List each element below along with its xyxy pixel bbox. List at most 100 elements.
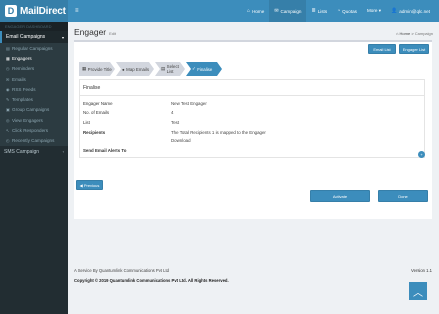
topnav-item-quotas[interactable]: ◔ Quotas (332, 0, 362, 22)
wizard-step-provide-title[interactable]: ▦ Provide Title (79, 62, 115, 76)
wizard-step-select-list[interactable]: ▤ Select List (155, 62, 185, 76)
wizard-steps: ▦ Provide Title ● Map Emails ▤ Select List ✓ Fi… (79, 62, 223, 76)
sidebar-sms-label: SMS Campaign (4, 148, 40, 155)
step-label: Map Emails (126, 66, 150, 72)
topnav-item-admin-qlc-net[interactable]: 👤 admin@qlc.net (386, 0, 435, 22)
sidebar-item-click-responders[interactable]: ↖ Click Responders (0, 125, 68, 136)
breadcrumb-home[interactable]: Home (400, 31, 411, 36)
footer: A Service By Quantumlink Communications … (74, 268, 432, 283)
recipients-value: The Total Recipients 1 is mapped to the … (171, 130, 266, 135)
list-label: List (83, 120, 90, 125)
sidebar-item-label: Click Responders (12, 128, 48, 134)
topnav-item-lists[interactable]: ≣ Lists (306, 0, 332, 22)
sidebar-item-label: Recently Campaigns (12, 138, 55, 144)
list-value: Test (171, 120, 180, 125)
finalise-panel: Finalise Engager Name New Test Engager N… (79, 79, 425, 158)
engager-name-label: Engager Name (83, 101, 113, 106)
sidebar-item-label: Templates (12, 97, 33, 103)
sidebar-item-regular-campaigns[interactable]: ▤ Regular Campaigns (0, 43, 68, 54)
sidebar-item-view-engagers[interactable]: ◎ View Engagers (0, 115, 68, 126)
previous-label: Previous (83, 182, 100, 188)
plus-icon: + (420, 152, 423, 157)
previous-button[interactable]: ◀ Previous (76, 180, 103, 190)
step-icon: ▤ (161, 66, 166, 71)
done-button[interactable]: Done (378, 190, 428, 202)
scroll-to-top-button[interactable]: ︿ (409, 282, 427, 300)
user-icon: 👤 (391, 8, 398, 14)
lists-icon: ≣ (311, 8, 316, 14)
brand-logo[interactable]: D MailDirect (0, 0, 68, 22)
sidebar-item-group-campaigns[interactable]: ▣ Group Campaigns (0, 104, 68, 116)
sidebar-email-label: Email Campaigns (6, 34, 46, 40)
sidebar-item-label: View Engagers (12, 117, 43, 123)
sidebar-item-emails[interactable]: ✉ Emails (0, 73, 68, 85)
step-label: Finalise (197, 66, 213, 72)
emails-value: 4 (171, 110, 174, 115)
content-header: Engager Edit (74, 27, 116, 37)
home-icon: ⌂ (247, 8, 251, 14)
quotas-icon: ◔ (337, 8, 341, 14)
sidebar: ENGAGER DASHBOARD Email Campaigns ▾ ▤ Reg… (0, 22, 68, 314)
sidebar-item-label: Reminders (12, 66, 35, 72)
sidebar-item-label: Regular Campaigns (12, 45, 53, 51)
chevron-up-icon: ︿ (413, 287, 423, 299)
footer-copyright: Copyright © 2019 Quantumlink Communicati… (74, 278, 229, 283)
arrow-left-icon: ◀ (79, 182, 83, 188)
main-box: Email List Engager List ▦ Provide Title ● M… (74, 40, 432, 219)
chevron-down-icon: ▾ (61, 34, 64, 40)
sidebar-item-rss-feeds[interactable]: ◉ RSS Feeds (0, 84, 68, 95)
engager-list-button[interactable]: Engager List (399, 44, 429, 54)
footer-version: Version 1.1 (411, 268, 432, 273)
topnav-label: Home (252, 8, 265, 14)
step-label: Provide Title (87, 66, 112, 72)
sidebar-item-templates[interactable]: ✎ Templates (0, 94, 68, 105)
app-name: MailDirect (20, 5, 66, 17)
sidebar-item-label: Emails (12, 76, 26, 82)
sidebar-menu-sms-campaign[interactable]: SMS Campaign ‹ (0, 146, 68, 158)
page-title: Engager (74, 27, 107, 37)
topnav-label: admin@qlc.net (399, 8, 430, 14)
top-navbar: D MailDirect ≡ ⌂ Home ✉ Campaign ≣ Lists ◔ Quot… (0, 0, 439, 22)
alerts-label: Send Email Alerts To (83, 148, 127, 153)
topnav-item-more[interactable]: More ▾ (362, 0, 386, 22)
top-nav-menu: ⌂ Home ✉ Campaign ≣ Lists ◔ Quotas More ▾ 👤 admin@… (242, 0, 435, 22)
step-icon: ✓ (192, 66, 196, 71)
breadcrumb-current: Campaign (414, 31, 433, 36)
panel-title: Finalise (80, 80, 424, 96)
step-icon: ▦ (82, 66, 87, 71)
topnav-label: More ▾ (366, 8, 382, 13)
engager-name-value: New Test Engager (171, 101, 207, 106)
topnav-item-campaign[interactable]: ✉ Campaign (269, 0, 307, 22)
chevron-left-icon: ‹ (62, 149, 64, 155)
breadcrumb: ⌂ Home > Campaign (396, 31, 433, 36)
list-buttons: Email List Engager List (368, 44, 429, 54)
footer-service: A Service By Quantumlink Communications … (74, 268, 169, 273)
step-label: Select List (166, 64, 179, 74)
activate-button[interactable]: Activate (310, 190, 370, 202)
recipients-label: Recipients (83, 130, 106, 135)
menu-toggle-icon[interactable]: ≡ (75, 8, 79, 14)
step-icon: ● (122, 66, 125, 72)
sidebar-item-label: Engagers (12, 55, 32, 61)
email-list-button[interactable]: Email List (368, 44, 396, 54)
sidebar-item-label: RSS Feeds (12, 86, 36, 92)
sidebar-header: ENGAGER DASHBOARD (0, 22, 68, 31)
page-subtitle: Edit (109, 31, 117, 36)
topnav-label: Campaign (280, 8, 302, 14)
sidebar-submenu: ▤ Regular Campaigns ▦ Engagers ◷ Reminders ✉ Em… (0, 43, 68, 146)
emails-label: No. of Emails (83, 110, 110, 115)
sidebar-item-recently-campaigns[interactable]: ◴ Recently Campaigns (0, 135, 68, 146)
wizard-step-map-emails[interactable]: ● Map Emails (116, 62, 154, 76)
topnav-label: Quotas (342, 8, 357, 14)
campaign-icon: ✉ (274, 8, 279, 14)
logo-icon: D (5, 5, 17, 17)
add-alert-button[interactable]: + (418, 151, 425, 158)
sidebar-item-label: Group Campaigns (12, 107, 50, 113)
topnav-item-home[interactable]: ⌂ Home (242, 0, 269, 22)
wizard-step-finalise[interactable]: ✓ Finalise (186, 62, 222, 76)
topnav-label: Lists (317, 8, 328, 14)
sidebar-item-engagers[interactable]: ▦ Engagers (0, 53, 68, 64)
sidebar-item-reminders[interactable]: ◷ Reminders (0, 63, 68, 74)
sidebar-menu-email-campaigns[interactable]: Email Campaigns ▾ (0, 31, 68, 43)
download-link[interactable]: Download (171, 138, 391, 143)
